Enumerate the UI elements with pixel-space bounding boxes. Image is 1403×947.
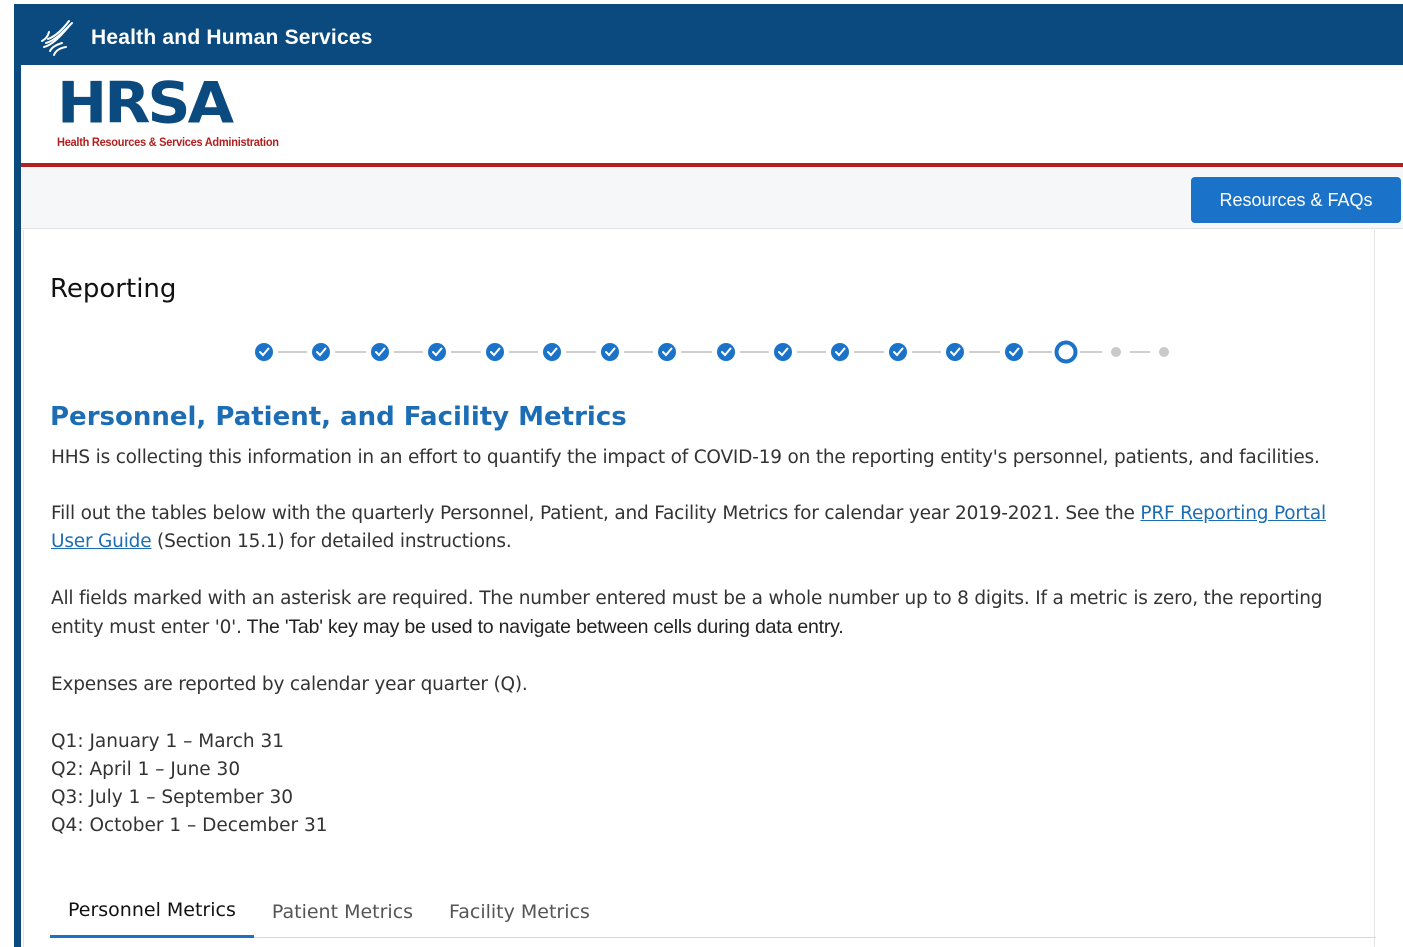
step-complete-check-icon bbox=[889, 343, 907, 361]
quarter-item-q4: Q4: October 1 – December 31 bbox=[51, 815, 328, 836]
step-complete-check-icon bbox=[543, 343, 561, 361]
toolbar: Resources & FAQs bbox=[21, 167, 1403, 229]
quarter-item-q2: Q2: April 1 – June 30 bbox=[51, 759, 241, 780]
step-complete-check-icon bbox=[1005, 343, 1023, 361]
tab-facility-metrics[interactable]: Facility Metrics bbox=[431, 885, 608, 938]
tab-patient-metrics[interactable]: Patient Metrics bbox=[254, 885, 431, 938]
expenses-note: Expenses are reported by calendar year q… bbox=[51, 674, 528, 695]
quarter-list: Q1: January 1 – March 31 Q2: April 1 – J… bbox=[51, 728, 328, 840]
hrsa-logo[interactable]: HRSA Health Resources & Services Adminis… bbox=[57, 70, 298, 149]
step-complete-check-icon bbox=[428, 343, 446, 361]
step-complete-check-icon bbox=[774, 343, 792, 361]
instructions-text-before: Fill out the tables below with the quart… bbox=[51, 503, 1141, 524]
quarter-item-q1: Q1: January 1 – March 31 bbox=[51, 731, 285, 752]
step-complete-check-icon bbox=[255, 343, 273, 361]
metrics-tabs: Personnel Metrics Patient Metrics Facili… bbox=[50, 885, 1376, 938]
step-upcoming-marker bbox=[1111, 347, 1121, 357]
instructions-text: Fill out the tables below with the quart… bbox=[51, 500, 1371, 556]
step-upcoming-marker bbox=[1159, 347, 1169, 357]
step-current-marker bbox=[1054, 340, 1078, 364]
step-complete-check-icon bbox=[486, 343, 504, 361]
step-complete-check-icon bbox=[658, 343, 676, 361]
step-complete-check-icon bbox=[601, 343, 619, 361]
progress-indicator bbox=[254, 340, 1184, 364]
agency-title: Health and Human Services bbox=[91, 25, 373, 49]
instructions-text-after: (Section 15.1) for detailed instructions… bbox=[151, 531, 512, 552]
hrsa-logo-wordmark: HRSA bbox=[57, 70, 234, 137]
hrsa-logo-subtitle: Health Resources & Services Administrati… bbox=[57, 135, 279, 149]
hrsa-banner: HRSA Health Resources & Services Adminis… bbox=[21, 65, 1403, 163]
step-complete-check-icon bbox=[371, 343, 389, 361]
hhs-header-bar: Health and Human Services bbox=[21, 10, 1403, 65]
step-complete-check-icon bbox=[946, 343, 964, 361]
page-title: Reporting bbox=[50, 274, 177, 304]
window-frame-left bbox=[14, 4, 21, 947]
tab-personnel-metrics[interactable]: Personnel Metrics bbox=[50, 885, 254, 938]
quarter-item-q3: Q3: July 1 – September 30 bbox=[51, 787, 294, 808]
step-complete-check-icon bbox=[312, 343, 330, 361]
section-title: Personnel, Patient, and Facility Metrics bbox=[50, 402, 627, 432]
step-complete-check-icon bbox=[831, 343, 849, 361]
tab-key-note: The 'Tab' key may be used to navigate be… bbox=[241, 616, 844, 638]
hhs-eagle-icon bbox=[35, 16, 79, 60]
step-complete-check-icon bbox=[717, 343, 735, 361]
required-note: All fields marked with an asterisk are r… bbox=[51, 585, 1371, 642]
resources-faqs-button[interactable]: Resources & FAQs bbox=[1191, 177, 1401, 223]
intro-text: HHS is collecting this information in an… bbox=[51, 447, 1320, 468]
